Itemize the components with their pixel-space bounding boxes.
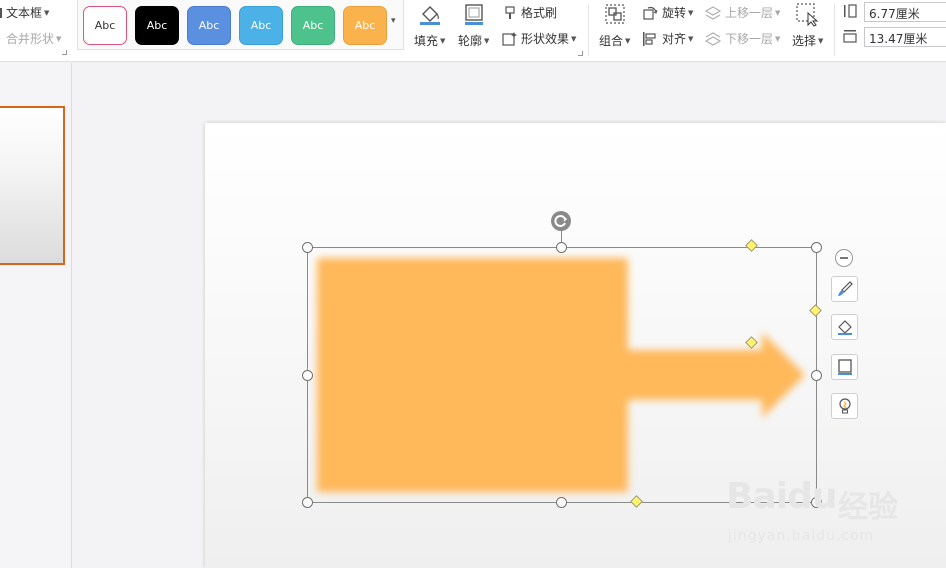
- chevron-down-icon: ▼: [484, 36, 490, 45]
- shape-style-swatch[interactable]: Abc: [83, 6, 127, 45]
- rotate-label: 旋转: [662, 6, 687, 20]
- chevron-down-icon: ▼: [775, 8, 781, 17]
- group-icon[interactable]: [604, 3, 626, 25]
- align-button[interactable]: 对齐 ▼: [642, 30, 693, 47]
- watermark-url: jingyan.baidu.com: [728, 528, 875, 544]
- chevron-down-icon: ▼: [56, 34, 62, 43]
- send-backward-icon: [705, 31, 721, 46]
- resize-handle-top-left[interactable]: [302, 242, 313, 253]
- lightbulb-icon: [838, 398, 851, 414]
- select-icon[interactable]: [796, 3, 820, 27]
- resize-handle-bottom-left[interactable]: [302, 497, 313, 508]
- send-backward-label: 下移一层: [725, 32, 774, 46]
- ribbon-separator: [588, 4, 589, 56]
- rotate-button[interactable]: 旋转 ▼: [642, 4, 693, 21]
- chevron-down-icon: ▼: [818, 36, 824, 45]
- resize-handle-left[interactable]: [302, 370, 313, 381]
- outline-quick-button[interactable]: [831, 354, 858, 380]
- brush-icon: [837, 281, 853, 296]
- bring-forward-button[interactable]: 上移一层 ▼: [705, 4, 780, 21]
- send-backward-button[interactable]: 下移一层 ▼: [705, 30, 780, 47]
- shape-style-swatch[interactable]: Abc: [239, 6, 283, 45]
- text-box-label: 文本框: [6, 6, 43, 20]
- select-label: 选择: [792, 34, 817, 48]
- shape-width-icon: [843, 30, 857, 43]
- group-launcher-icon[interactable]: [62, 50, 67, 55]
- shape-effects-icon: [502, 31, 517, 46]
- chevron-down-icon: ▼: [775, 34, 781, 43]
- shape-width-field[interactable]: 13.47厘米: [864, 27, 946, 47]
- chevron-down-icon: ▼: [688, 8, 694, 17]
- chevron-down-icon: ▼: [44, 8, 50, 17]
- outline-button[interactable]: 轮廓 ▼: [458, 32, 489, 49]
- chevron-down-icon: ▼: [688, 34, 694, 43]
- shape-style-gallery: Abc Abc Abc Abc Abc Abc ▾: [77, 0, 404, 50]
- format-painter-label: 格式刷: [521, 6, 558, 20]
- group-label: 组合: [599, 34, 624, 48]
- resize-handle-bottom[interactable]: [556, 497, 567, 508]
- group-button[interactable]: 组合 ▼: [599, 32, 630, 49]
- format-painter-button[interactable]: 格式刷: [503, 4, 557, 21]
- bring-forward-icon: [705, 5, 721, 20]
- group-launcher-icon[interactable]: [578, 51, 583, 56]
- format-painter-icon: [505, 5, 515, 19]
- text-box-icon: [0, 7, 2, 18]
- chevron-down-icon: ▼: [571, 34, 577, 43]
- shape-style-swatch[interactable]: Abc: [291, 6, 335, 45]
- shape-style-swatch[interactable]: Abc: [343, 6, 387, 45]
- shape-effects-label: 形状效果: [521, 32, 570, 46]
- shape-style-swatch[interactable]: Abc: [187, 6, 231, 45]
- align-label: 对齐: [662, 32, 687, 46]
- fill-label: 填充: [414, 34, 439, 48]
- slide-thumbnail[interactable]: [0, 106, 65, 265]
- watermark-brand: Baidu: [726, 476, 837, 517]
- merge-shapes-button[interactable]: 合并形状 ▼: [6, 30, 61, 47]
- watermark-brand-cn: 经验: [838, 490, 898, 525]
- fill-button[interactable]: 填充 ▼: [414, 32, 445, 49]
- resize-handle-top[interactable]: [556, 242, 567, 253]
- ribbon-toolbar: 文本框 ▼ 合并形状 ▼ Abc Abc Abc Abc Abc Abc ▾ 填…: [0, 0, 946, 62]
- ribbon-separator: [834, 4, 835, 56]
- chevron-down-icon: ▼: [440, 36, 446, 45]
- rotate-icon: [643, 6, 658, 20]
- chevron-down-icon: ▼: [625, 36, 631, 45]
- shape-height-icon: [844, 4, 857, 18]
- slide-thumbnail-pane: [0, 63, 72, 568]
- shape-effects-button[interactable]: 形状效果 ▼: [502, 30, 576, 47]
- shape-height-field[interactable]: 6.77厘米: [864, 2, 946, 22]
- rotate-handle-icon[interactable]: [551, 211, 571, 231]
- select-button[interactable]: 选择 ▼: [792, 32, 823, 49]
- outline-label: 轮廓: [458, 34, 483, 48]
- fill-quick-button[interactable]: [831, 314, 858, 340]
- smart-suggestion-quick-button[interactable]: [831, 393, 858, 419]
- merge-shapes-label: 合并形状: [6, 32, 55, 46]
- bring-forward-label: 上移一层: [725, 6, 774, 20]
- resize-handle-top-right[interactable]: [811, 242, 822, 253]
- fill-icon: [837, 320, 852, 335]
- outline-icon: [837, 359, 852, 375]
- shape-style-quick-button[interactable]: [831, 276, 858, 302]
- gallery-more-icon[interactable]: ▾: [391, 16, 396, 26]
- collapse-toolbar-icon[interactable]: [835, 249, 853, 267]
- baidu-watermark: Baidu 经验 jingyan.baidu.com: [726, 462, 901, 552]
- outline-icon[interactable]: [463, 3, 485, 25]
- fill-icon[interactable]: [418, 2, 442, 26]
- rotation-stem: [561, 230, 562, 242]
- text-box-button[interactable]: 文本框 ▼: [0, 4, 49, 21]
- resize-handle-right[interactable]: [811, 370, 822, 381]
- shape-style-swatch[interactable]: Abc: [135, 6, 179, 45]
- align-icon: [643, 31, 656, 46]
